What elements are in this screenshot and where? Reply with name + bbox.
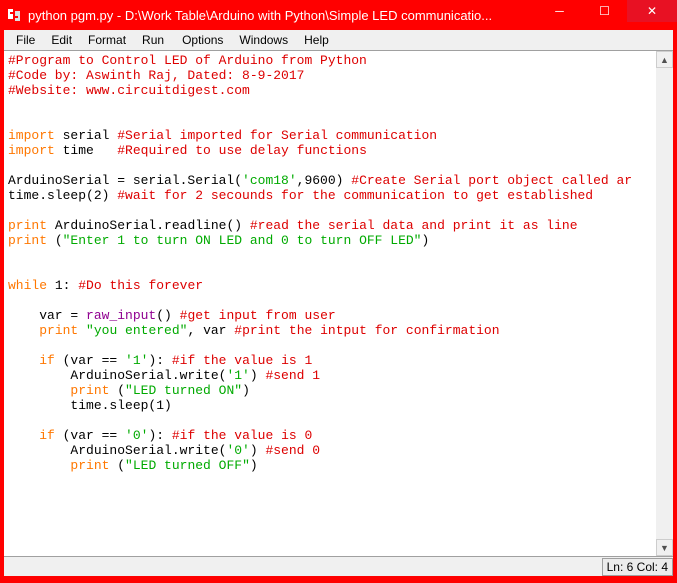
window-title: python pgm.py - D:\Work Table\Arduino wi… [28,8,537,23]
menubar: File Edit Format Run Options Windows Hel… [4,30,673,50]
menu-run[interactable]: Run [134,31,172,49]
window: python pgm.py - D:\Work Table\Arduino wi… [0,0,677,583]
titlebar[interactable]: python pgm.py - D:\Work Table\Arduino wi… [0,0,677,30]
code-editor[interactable]: #Program to Control LED of Arduino from … [4,51,656,556]
menu-windows[interactable]: Windows [231,31,296,49]
vertical-scrollbar[interactable]: ▲ ▼ [656,51,673,556]
python-icon [6,7,22,23]
menu-edit[interactable]: Edit [43,31,80,49]
line-col-indicator: Ln: 6 Col: 4 [602,558,673,576]
window-controls: ─ ☐ ✕ [537,0,677,22]
minimize-button[interactable]: ─ [537,0,582,22]
scroll-track[interactable] [656,68,673,539]
editor-container: #Program to Control LED of Arduino from … [4,50,673,576]
scroll-up-button[interactable]: ▲ [656,51,673,68]
scroll-down-button[interactable]: ▼ [656,539,673,556]
menu-format[interactable]: Format [80,31,134,49]
close-button[interactable]: ✕ [627,0,677,22]
editor-area: #Program to Control LED of Arduino from … [4,51,673,556]
statusbar: Ln: 6 Col: 4 [4,556,673,576]
menu-file[interactable]: File [8,31,43,49]
menu-options[interactable]: Options [174,31,231,49]
maximize-button[interactable]: ☐ [582,0,627,22]
menu-help[interactable]: Help [296,31,337,49]
